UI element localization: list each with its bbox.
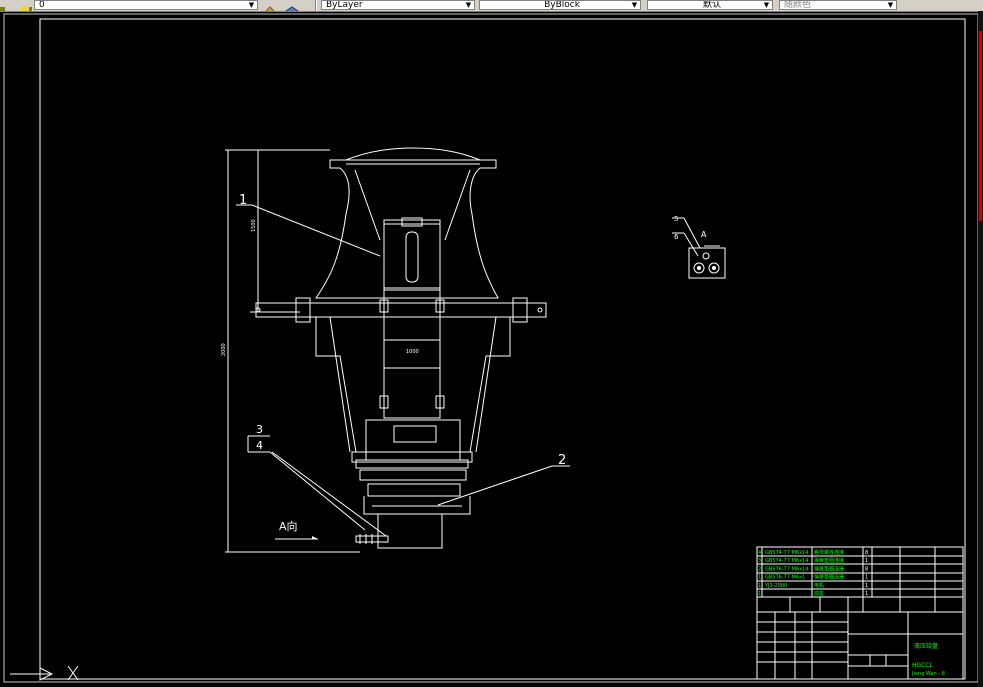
balloon-2: 2 [558, 453, 566, 468]
bom-code: YJ3-2000 [764, 583, 787, 589]
chevron-down-icon: ▼ [465, 1, 472, 9]
layer-previous-icon[interactable] [285, 0, 299, 11]
bom-qty: 8 [865, 550, 868, 556]
bom-qty: 1 [865, 591, 868, 597]
drawing-title: 液压绞盘 [914, 642, 938, 650]
balloon-3: 3 [256, 423, 263, 436]
bom-no: 3 [758, 558, 761, 564]
lineweight-dropdown[interactable]: ByBlock ▼ [479, 0, 641, 10]
layer-value: 0 [39, 0, 45, 10]
dim-height-total: 2000 [221, 343, 227, 356]
capstan-drum [315, 159, 499, 299]
color-dropdown[interactable]: 随颜色 ▼ [779, 0, 897, 10]
vertical-scrollbar[interactable] [978, 11, 983, 687]
bom-name: 螺母螺栓连接 [814, 549, 844, 556]
dim-height-upper: 1500 [251, 219, 257, 232]
bom-name: 弹簧垫圈连接 [814, 557, 844, 564]
plotstyle-dropdown[interactable]: 默认 ▼ [647, 0, 773, 10]
bom-qty: 1 [865, 583, 868, 589]
layer-dropdown[interactable]: 0 ▼ [34, 0, 258, 10]
chevron-down-icon: ▼ [763, 1, 770, 9]
linetype-dropdown[interactable]: ByLayer ▼ [321, 0, 475, 10]
chevron-down-icon: ▼ [248, 1, 255, 9]
plotstyle-value: 默认 [702, 0, 721, 10]
bom-name: 电机 [814, 582, 824, 589]
color-value: 随颜色 [784, 0, 812, 10]
bom-code: GB574-77 M6x14 [765, 550, 808, 556]
balloon-4: 4 [256, 439, 263, 452]
bom-qty: 1 [865, 558, 868, 564]
bom-no: 4 [758, 550, 761, 556]
bom-code: GB576-77 M6x1 [765, 575, 805, 581]
bom-code: GB574-77 M6x14 [765, 558, 808, 564]
detail-view-label: A [701, 230, 707, 239]
balloon-1: 1 [239, 193, 247, 208]
bom-code: GB576-77 M6x14 [765, 566, 808, 572]
chevron-down-icon: ▼ [887, 1, 894, 9]
balloon-6: 6 [674, 233, 679, 241]
bom-no: 1 [758, 591, 761, 597]
dim-shaft: 1000 [406, 349, 419, 355]
drawing-number: Jiang Wan - 8 [911, 671, 945, 677]
view-direction-label: A向 [279, 519, 298, 533]
layer-state-icon[interactable] [0, 0, 6, 11]
chevron-down-icon: ▼ [631, 1, 638, 9]
bom-no: 1 [758, 575, 761, 581]
balloon-5: 5 [674, 215, 678, 223]
toolbar-separator [315, 0, 317, 11]
bom-qty: 1 [865, 575, 868, 581]
bom-name: 底座 [814, 590, 824, 597]
layer-lightbulb-icon[interactable] [20, 0, 32, 11]
make-current-icon[interactable] [263, 0, 277, 11]
bom-no: 1 [758, 583, 761, 589]
bom-name: 弹簧垫圈连接 [814, 565, 844, 572]
lineweight-value: ByBlock [544, 0, 580, 10]
linetype-value: ByLayer [326, 0, 363, 10]
bom-qty: 8 [865, 566, 868, 572]
company-code: HGCCL [912, 662, 934, 669]
bom-no: 2 [758, 566, 761, 572]
drawing-canvas[interactable]: 1 2 3 4 5 6 A A向 1500 2000 1000 4 GB574-7… [0, 11, 978, 687]
bom-name: 弹簧垫圈连接 [814, 574, 844, 581]
capstan-cap [345, 147, 481, 161]
